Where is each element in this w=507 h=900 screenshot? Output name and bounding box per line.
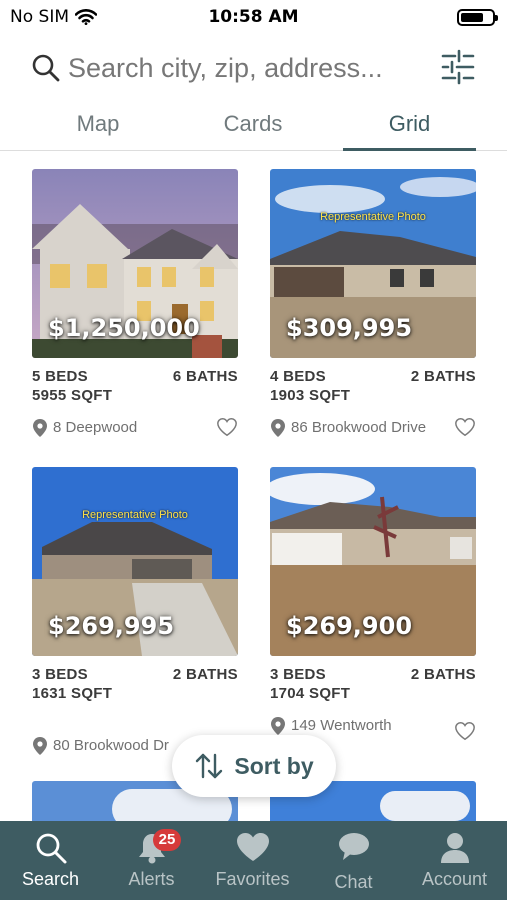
listing-specs: 4 BEDS 2 BATHS 1903 SQFT (270, 368, 476, 408)
nav-alerts[interactable]: 25 Alerts (101, 821, 202, 900)
clock: 10:58 AM (208, 7, 299, 27)
nav-alerts-label: Alerts (128, 869, 175, 889)
representative-photo-label: Representative Photo (320, 211, 426, 223)
listing-specs: 3 BEDS 2 BATHS 1704 SQFT (270, 666, 476, 706)
sort-arrows-icon (196, 753, 223, 779)
search-input[interactable] (68, 48, 438, 88)
address-row: 8 Deepwood (32, 416, 238, 440)
nav-favorites-label: Favorites (215, 869, 290, 889)
beds-count: 3 BEDS (270, 666, 326, 683)
location-pin-icon (33, 419, 47, 437)
chat-bubble-icon (338, 833, 369, 860)
representative-photo-label: Representative Photo (82, 509, 188, 521)
baths-count: 6 BATHS (172, 368, 238, 385)
tab-cards[interactable]: Cards (193, 105, 313, 151)
alerts-badge: 25 (153, 829, 181, 851)
tab-map[interactable]: Map (38, 105, 158, 151)
status-bar: No SIM 10:58 AM (0, 0, 507, 34)
location-pin-icon (33, 737, 47, 755)
nav-account-label: Account (421, 869, 488, 889)
listing-price: $269,900 (286, 612, 413, 640)
heart-icon (236, 833, 269, 861)
favorite-heart-icon[interactable] (216, 416, 238, 438)
sort-by-label: Sort by (234, 752, 314, 779)
listing-address: 8 Deepwood (53, 419, 138, 436)
nav-chat-label: Chat (334, 872, 373, 892)
listing-card[interactable]: Representative Photo $309,995 4 BEDS 2 B… (270, 169, 476, 440)
search-icon (32, 54, 60, 82)
favorite-heart-icon[interactable] (454, 720, 476, 742)
listing-card[interactable]: $269,900 3 BEDS 2 BATHS 1704 SQFT 149 We… (270, 467, 476, 741)
listing-price: $269,995 (48, 612, 175, 640)
sort-by-button[interactable]: Sort by (172, 735, 336, 797)
listing-specs: 3 BEDS 2 BATHS 1631 SQFT (32, 666, 238, 706)
baths-count: 2 BATHS (172, 666, 238, 683)
nav-search[interactable]: Search (0, 821, 101, 900)
baths-count: 2 BATHS (410, 666, 476, 683)
listing-price: $309,995 (286, 314, 413, 342)
address-row: 86 Brookwood Drive (270, 416, 476, 440)
listing-address: 80 Brookwood Dr (53, 737, 169, 754)
listing-photo[interactable]: Representative Photo $269,995 (32, 467, 238, 656)
beds-count: 3 BEDS (32, 666, 88, 683)
listing-photo[interactable]: $1,250,000 (32, 169, 238, 358)
listing-card[interactable]: Representative Photo $269,995 3 BEDS 2 B… (32, 467, 238, 758)
location-pin-icon (271, 419, 285, 437)
nav-search-label: Search (21, 869, 80, 889)
tab-grid[interactable]: Grid (343, 105, 476, 151)
listing-address: 86 Brookwood Drive (291, 419, 427, 436)
beds-count: 5 BEDS (32, 368, 88, 385)
listing-specs: 5 BEDS 6 BATHS 5955 SQFT (32, 368, 238, 408)
active-tab-indicator (343, 148, 476, 151)
baths-count: 2 BATHS (410, 368, 476, 385)
nav-account[interactable]: Account (404, 821, 505, 900)
favorite-heart-icon[interactable] (454, 416, 476, 438)
nav-chat[interactable]: Chat (303, 821, 404, 900)
sqft-value: 1631 SQFT (32, 685, 113, 702)
listing-address: 149 Wentworth (291, 717, 392, 734)
user-account-icon (440, 833, 469, 863)
sqft-value: 1704 SQFT (270, 685, 351, 702)
sqft-value: 5955 SQFT (32, 387, 113, 404)
battery-icon (457, 9, 498, 26)
view-tabs: Map Cards Grid (0, 105, 507, 151)
nav-favorites[interactable]: Favorites (202, 821, 303, 900)
location-pin-icon (271, 717, 285, 735)
listing-card[interactable]: $1,250,000 5 BEDS 6 BATHS 5955 SQFT 8 De… (32, 169, 238, 440)
beds-count: 4 BEDS (270, 368, 326, 385)
search-bar (0, 42, 507, 94)
listing-photo[interactable]: Representative Photo $309,995 (270, 169, 476, 358)
sqft-value: 1903 SQFT (270, 387, 351, 404)
search-icon (36, 833, 66, 864)
listing-price: $1,250,000 (48, 314, 200, 342)
filter-sliders-icon[interactable] (440, 48, 476, 86)
listing-photo[interactable]: $269,900 (270, 467, 476, 656)
bottom-nav: Search 25 Alerts Favorites Chat Account (0, 821, 507, 900)
